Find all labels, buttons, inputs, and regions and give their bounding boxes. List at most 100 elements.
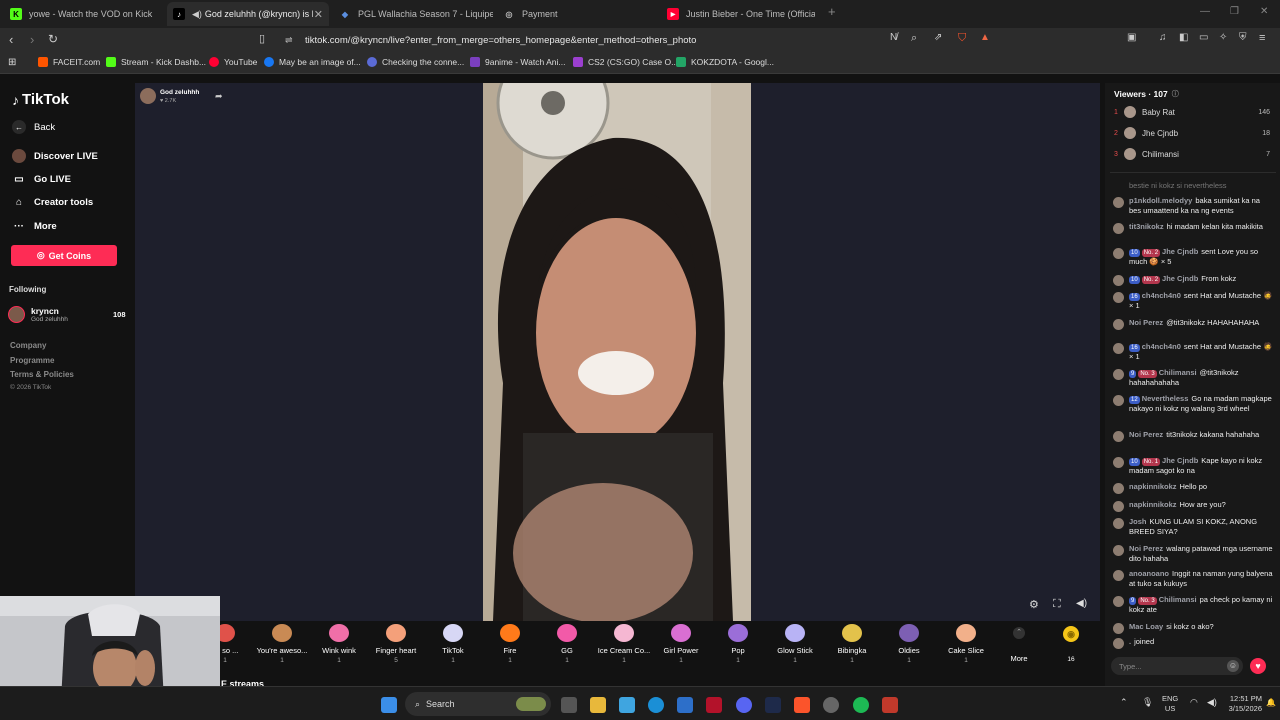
gift-item[interactable]: GG 1 [539,624,595,664]
wallet-icon[interactable]: ▭ [1199,32,1208,43]
edge-icon[interactable] [648,697,664,713]
nav-creator-tools[interactable]: ⌂ Creator tools [12,195,93,209]
app-icon[interactable] [882,697,898,713]
bookmark-item[interactable]: May be an image of... [264,57,361,67]
music-icon[interactable]: ♫ [1159,32,1167,43]
chat-username[interactable]: Chilimansi [1159,368,1197,377]
chat-message[interactable]: p1nkdoll.melodyy baka sumikat ka na bes u… [1113,196,1273,216]
volume-icon[interactable]: ◀) [1207,697,1217,708]
sidebar-toggle-icon[interactable]: ▣ [1127,32,1136,43]
nav-more[interactable]: ··· More [12,219,57,233]
bookmark-item[interactable]: Stream - Kick Dashb... [106,57,206,67]
chat-message[interactable]: 16 ch4nch4n0 sent Hat and Mustache 🧔 × 1 [1113,291,1273,311]
discord-icon[interactable] [736,697,752,713]
tray-chevron-icon[interactable]: ⌃ [1120,697,1128,708]
chat-username[interactable]: napkinnikokz [1129,500,1177,509]
start-windows-icon[interactable] [381,697,397,713]
chat-message[interactable]: bestie ni kokz si nevertheless [1113,181,1273,191]
following-user[interactable]: kryncn God zeluhhh 108 [8,305,128,327]
chat-username[interactable]: Noi Perez [1129,318,1163,327]
share-icon[interactable]: ➦ [215,91,223,102]
leo-ai-icon[interactable]: ✧ [1219,32,1227,43]
top-viewer-row[interactable]: 3 Chilimansi 7 [1114,148,1270,160]
bookmark-item[interactable]: Checking the conne... [367,57,464,67]
chat-username[interactable]: Josh [1129,517,1147,526]
bookmark-item[interactable]: KOKZDOTA - Googl... [676,57,774,67]
browser-tab[interactable]: K yowe - Watch the VOD on Kick [4,2,164,26]
footer-link[interactable]: Company [10,341,46,350]
chat-message[interactable]: napkinnikokz Hello po [1113,482,1273,494]
chat-message[interactable]: anoanoano Inggit na naman yung balyena at… [1113,569,1273,589]
browser-tab[interactable]: ◆ PGL Wallachia Season 7 - Liquipedia [333,2,493,26]
nav-discover-live[interactable]: Discover LIVE [12,149,98,163]
taskbar-search[interactable]: ⌕ Search [405,692,551,716]
chat-username[interactable]: anoanoano [1129,569,1169,578]
tiktok-logo[interactable]: ♪ TikTok [12,91,69,108]
menu-icon[interactable]: ≡ [1259,32,1265,44]
forward-arrow-icon[interactable]: › [30,32,34,47]
microphone-icon[interactable]: 🎙 [1142,697,1153,708]
chat-username[interactable]: Noi Perez [1129,430,1163,439]
steam-icon[interactable] [823,697,839,713]
chat-username[interactable]: ch4nch4n0 [1142,342,1181,351]
chat-message[interactable]: 9 No. 3 Chilimansi @tit3nikokz hahahahahaha [1113,368,1273,388]
chat-message[interactable]: 9 No. 3 Chilimansi pa check po kamay ni kok… [1113,595,1273,615]
close-window-icon[interactable]: ✕ [1260,6,1268,17]
copilot-icon[interactable] [619,697,635,713]
chat-message[interactable]: 16 ch4nch4n0 sent Hat and Mustache 🧔 × 1 [1113,342,1273,362]
chat-username[interactable]: Jhe Cjndb [1162,456,1198,465]
store-icon[interactable] [677,697,693,713]
site-info-icon[interactable]: ⇌ [285,35,293,46]
gift-item[interactable]: Cake Slice 1 [938,624,994,664]
back-arrow-icon[interactable]: ‹ [9,32,13,47]
bookmark-item[interactable]: FACEIT.com [38,57,100,67]
gift-item[interactable]: Fire 1 [482,624,538,664]
chat-username[interactable]: Jhe Cjndb [1162,247,1198,256]
zoom-icon[interactable]: ⌕ [911,32,917,45]
share-icon[interactable]: ⇗ [934,32,942,43]
gift-item[interactable]: Wink wink 1 [311,624,367,664]
chat-username[interactable]: Chilimansi [1159,595,1197,604]
vscode-icon[interactable] [765,697,781,713]
adobe-icon[interactable] [706,697,722,713]
language-indicator[interactable]: ENG US [1162,694,1178,714]
chat-username[interactable]: tit3nikokz [1129,222,1164,231]
browser-tab[interactable]: ◎ Payment [497,2,657,26]
brave-icon[interactable] [794,697,810,713]
chat-username[interactable]: . [1129,637,1131,646]
chat-message[interactable]: 10 No. 1 Jhe Cjndb Kape kayo ni kokz madam … [1113,456,1273,476]
bookmark-item[interactable]: 9anime - Watch Ani... [470,57,565,67]
clock[interactable]: 12:51 PM 3/15/2026 [1222,694,1262,714]
more-gifts-button[interactable]: ⌃ More [1004,627,1034,666]
get-coins-button[interactable]: ◎ Get Coins [11,245,117,266]
bookmark-icon[interactable]: ▯ [259,32,265,45]
gift-item[interactable]: Girl Power 1 [653,624,709,664]
chat-message[interactable]: Noi Perez walang patawad mga username dit… [1113,544,1273,564]
apps-grid-icon[interactable]: ⊞ [8,57,16,68]
browser-tab-active[interactable]: ♪ ◀) God zeluhhh (@kryncn) is LIV ✕ [167,2,329,26]
bookmark-item[interactable]: CS2 (CS:GO) Case O... [573,57,678,67]
nav-go-live[interactable]: ▭ Go LIVE [12,172,71,186]
translate-icon[interactable]: N̸ [890,32,897,43]
settings-icon[interactable]: ⚙ [1029,598,1039,611]
gift-item[interactable]: Pop 1 [710,624,766,664]
maximize-icon[interactable]: ❐ [1230,6,1239,17]
spotify-icon[interactable] [853,697,869,713]
chat-username[interactable]: Noi Perez [1129,544,1163,553]
gift-item[interactable]: Ice Cream Co... 1 [596,624,652,664]
top-viewer-row[interactable]: 1 Baby Rat 146 [1114,106,1270,118]
chat-message[interactable]: Mac Loay si kokz o ako? [1113,622,1273,634]
chat-message[interactable]: 12 Nevertheless Go na madam magkape nakayo… [1113,394,1273,414]
wifi-icon[interactable]: ◠ [1190,697,1198,708]
gift-item[interactable]: Oldies 1 [881,624,937,664]
brave-shield-icon[interactable]: ⛉ [958,32,966,45]
chat-message[interactable]: tit3nikokz hi madam kelan kita makikita [1113,222,1273,234]
gift-item[interactable]: Glow Stick 1 [767,624,823,664]
chat-username[interactable]: Jhe Cjndb [1162,274,1198,283]
chat-input[interactable]: Type... ☺ [1111,657,1243,675]
viewers-header[interactable]: Viewers · 107 ⓘ [1114,89,1179,99]
reader-icon[interactable]: ◧ [1179,32,1188,43]
reload-icon[interactable]: ↻ [48,32,58,46]
coin-balance[interactable]: ◉ 16 [1060,626,1082,666]
chat-message[interactable]: . joined [1113,637,1273,649]
